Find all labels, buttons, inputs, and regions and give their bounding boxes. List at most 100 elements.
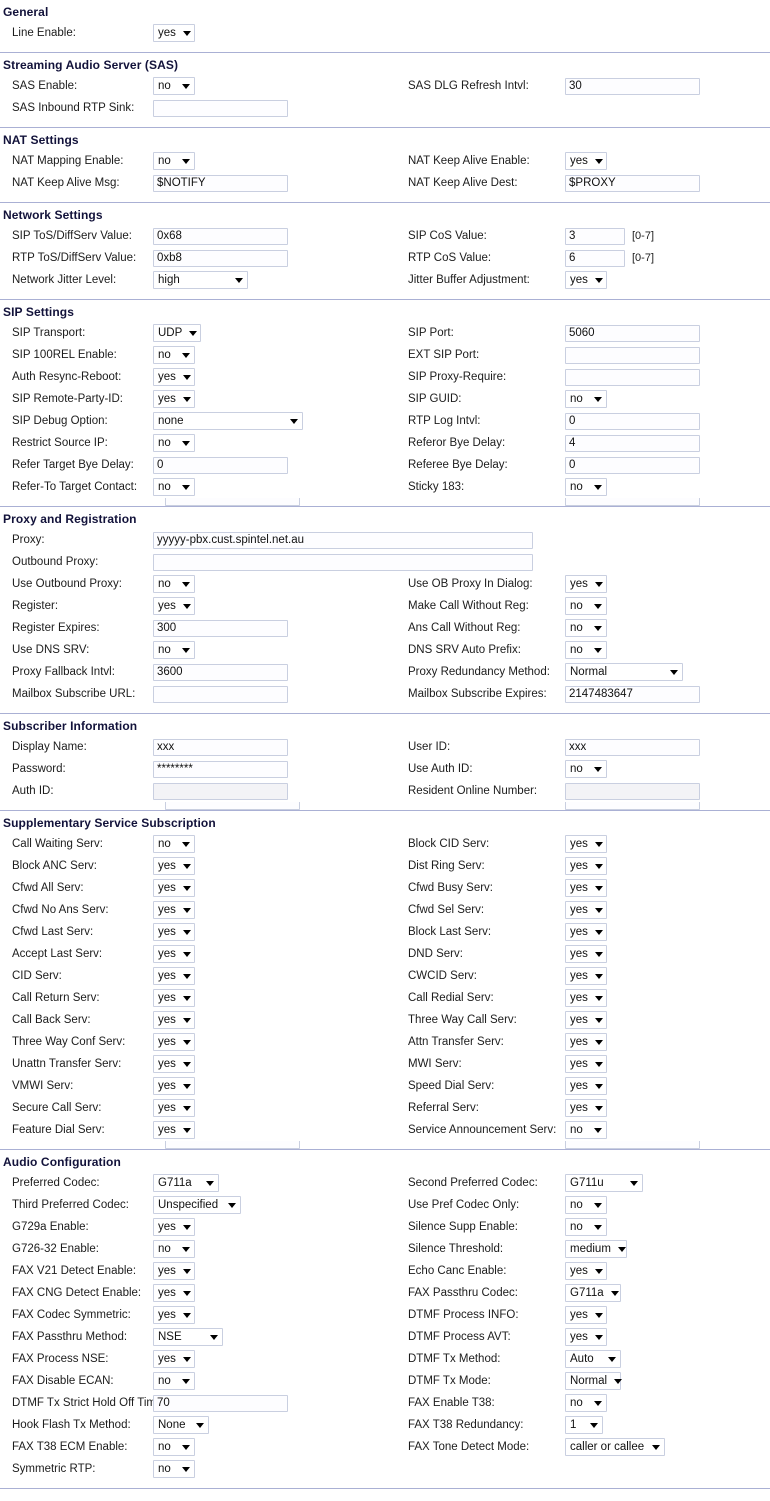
select-nat-mapping-enable[interactable]: no <box>153 152 195 170</box>
select-call-waiting-serv[interactable]: no <box>153 835 195 853</box>
select-dtmf-tx-mode[interactable]: Normal <box>565 1372 623 1390</box>
select-fax-t38-ecm-enable[interactable]: no <box>153 1438 195 1456</box>
select-sip-100rel-enable[interactable]: no <box>153 346 195 364</box>
select-network-jitter-level[interactable]: high <box>153 271 248 289</box>
input-sas-inbound-rtp-sink[interactable] <box>153 99 288 117</box>
input-refer-target-bye-delay[interactable]: 0 <box>153 456 288 474</box>
input-nat-keep-alive-dest[interactable]: $PROXY <box>565 174 700 192</box>
select-line-enable[interactable]: yes <box>153 24 195 42</box>
input-sip-cos-value[interactable]: 3 <box>565 227 625 245</box>
select-fax-passthru-codec[interactable]: G711a <box>565 1284 621 1302</box>
select-auth-resync-reboot[interactable]: yes <box>153 368 195 386</box>
select-fax-passthru-method[interactable]: NSE <box>153 1328 223 1346</box>
select-block-last-serv[interactable]: yes <box>565 923 607 941</box>
select-g726-32-enable[interactable]: no <box>153 1240 195 1258</box>
select-use-dns-srv[interactable]: no <box>153 641 195 659</box>
input-register-expires[interactable]: 300 <box>153 619 288 637</box>
select-secure-call-serv[interactable]: yes <box>153 1099 195 1117</box>
select-call-redial-serv[interactable]: yes <box>565 989 607 1007</box>
input-mailbox-subscribe-url[interactable] <box>153 685 288 703</box>
select-sip-remote-party-id[interactable]: yes <box>153 390 195 408</box>
input-referor-bye-delay[interactable]: 4 <box>565 434 700 452</box>
select-dtmf-process-avt[interactable]: yes <box>565 1328 607 1346</box>
select-fax-disable-ecan[interactable]: no <box>153 1372 195 1390</box>
select-sas-enable[interactable]: no <box>153 77 195 95</box>
select-sip-debug-option[interactable]: none <box>153 412 303 430</box>
select-cid-serv[interactable]: yes <box>153 967 195 985</box>
select-cfwd-sel-serv[interactable]: yes <box>565 901 607 919</box>
select-fax-t38-redundancy[interactable]: 1 <box>565 1416 603 1434</box>
select-dnd-serv[interactable]: yes <box>565 945 607 963</box>
select-referral-serv[interactable]: yes <box>565 1099 607 1117</box>
select-ans-call-without-reg[interactable]: no <box>565 619 607 637</box>
input-referee-bye-delay[interactable]: 0 <box>565 456 700 474</box>
select-block-anc-serv[interactable]: yes <box>153 857 195 875</box>
select-symmetric-rtp[interactable]: no <box>153 1460 195 1478</box>
select-second-preferred-codec[interactable]: G711u <box>565 1174 643 1192</box>
select-use-auth-id[interactable]: no <box>565 760 607 778</box>
select-fax-v21-detect-enable[interactable]: yes <box>153 1262 195 1280</box>
select-fax-process-nse[interactable]: yes <box>153 1350 195 1368</box>
select-use-pref-codec-only[interactable]: no <box>565 1196 607 1214</box>
select-cfwd-no-ans-serv[interactable]: yes <box>153 901 195 919</box>
input-rtp-cos-value[interactable]: 6 <box>565 249 625 267</box>
select-mwi-serv[interactable]: yes <box>565 1055 607 1073</box>
input-mailbox-subscribe-expires[interactable]: 2147483647 <box>565 685 700 703</box>
select-nat-keep-alive-enable[interactable]: yes <box>565 152 607 170</box>
select-preferred-codec[interactable]: G711a <box>153 1174 219 1192</box>
select-accept-last-serv[interactable]: yes <box>153 945 195 963</box>
select-proxy-redundancy-method[interactable]: Normal <box>565 663 683 681</box>
input-sas-dlg-refresh-intvl[interactable]: 30 <box>565 77 700 95</box>
select-call-back-serv[interactable]: yes <box>153 1011 195 1029</box>
select-fax-tone-detect-mode[interactable]: caller or callee <box>565 1438 665 1456</box>
select-attn-transfer-serv[interactable]: yes <box>565 1033 607 1051</box>
input-auth-id[interactable] <box>153 782 288 800</box>
input-proxy-fallback-intvl[interactable]: 3600 <box>153 663 288 681</box>
select-fax-cng-detect-enable[interactable]: yes <box>153 1284 195 1302</box>
select-fax-enable-t38[interactable]: no <box>565 1394 607 1412</box>
select-third-preferred-codec[interactable]: Unspecified <box>153 1196 241 1214</box>
select-refer-to-target-contact[interactable]: no <box>153 478 195 496</box>
select-use-ob-proxy-in-dialog[interactable]: yes <box>565 575 607 593</box>
input-sip-tosdiffserv-value[interactable]: 0x68 <box>153 227 288 245</box>
select-dist-ring-serv[interactable]: yes <box>565 857 607 875</box>
select-echo-canc-enable[interactable]: yes <box>565 1262 607 1280</box>
select-dns-srv-auto-prefix[interactable]: no <box>565 641 607 659</box>
select-dtmf-tx-method[interactable]: Auto <box>565 1350 621 1368</box>
input-rtp-tosdiffserv-value[interactable]: 0xb8 <box>153 249 288 267</box>
input-rtp-log-intvl[interactable]: 0 <box>565 412 700 430</box>
select-hook-flash-tx-method[interactable]: None <box>153 1416 209 1434</box>
input-password[interactable]: ******** <box>153 760 288 778</box>
select-use-outbound-proxy[interactable]: no <box>153 575 195 593</box>
select-three-way-call-serv[interactable]: yes <box>565 1011 607 1029</box>
input-display-name[interactable]: xxx <box>153 738 288 756</box>
select-vmwi-serv[interactable]: yes <box>153 1077 195 1095</box>
input-sip-port[interactable]: 5060 <box>565 324 700 342</box>
select-sticky-183[interactable]: no <box>565 478 607 496</box>
select-jitter-buffer-adjustment[interactable]: yes <box>565 271 607 289</box>
select-restrict-source-ip[interactable]: no <box>153 434 195 452</box>
select-g729a-enable[interactable]: yes <box>153 1218 195 1236</box>
select-cfwd-busy-serv[interactable]: yes <box>565 879 607 897</box>
select-dtmf-process-info[interactable]: yes <box>565 1306 607 1324</box>
input-user-id[interactable]: xxx <box>565 738 700 756</box>
select-sip-transport[interactable]: UDP <box>153 324 201 342</box>
select-unattn-transfer-serv[interactable]: yes <box>153 1055 195 1073</box>
select-block-cid-serv[interactable]: yes <box>565 835 607 853</box>
select-cfwd-last-serv[interactable]: yes <box>153 923 195 941</box>
input-ext-sip-port[interactable] <box>565 346 700 364</box>
select-cfwd-all-serv[interactable]: yes <box>153 879 195 897</box>
select-service-announcement-serv[interactable]: no <box>565 1121 607 1139</box>
input-nat-keep-alive-msg[interactable]: $NOTIFY <box>153 174 288 192</box>
input-dtmf-tx-strict-hold-off-time[interactable]: 70 <box>153 1394 288 1412</box>
select-feature-dial-serv[interactable]: yes <box>153 1121 195 1139</box>
select-fax-codec-symmetric[interactable]: yes <box>153 1306 195 1324</box>
select-make-call-without-reg[interactable]: no <box>565 597 607 615</box>
select-three-way-conf-serv[interactable]: yes <box>153 1033 195 1051</box>
select-silence-threshold[interactable]: medium <box>565 1240 627 1258</box>
select-call-return-serv[interactable]: yes <box>153 989 195 1007</box>
select-speed-dial-serv[interactable]: yes <box>565 1077 607 1095</box>
select-register[interactable]: yes <box>153 597 195 615</box>
select-cwcid-serv[interactable]: yes <box>565 967 607 985</box>
select-sip-guid[interactable]: no <box>565 390 607 408</box>
